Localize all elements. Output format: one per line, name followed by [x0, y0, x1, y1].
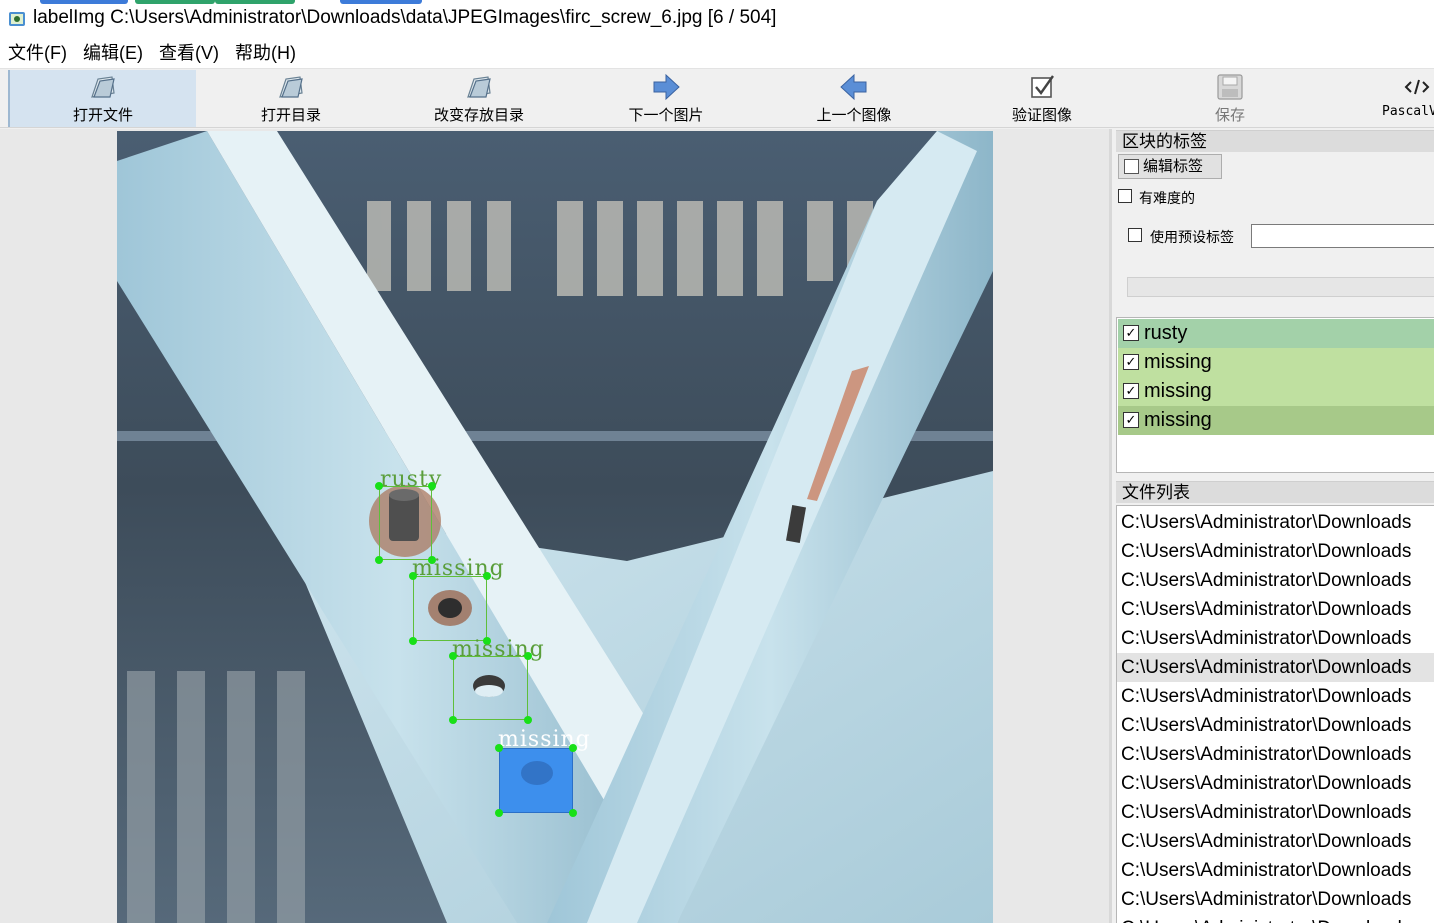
label-item-text: missing [1144, 380, 1212, 402]
code-tag-icon [1404, 79, 1430, 95]
box-corner-handle[interactable] [495, 809, 503, 817]
pascalvoc-label: PascalVOC [1382, 104, 1434, 119]
right-dock: 区块的标签 编辑标签 有难度的 使用预设标签 ✓ rusty ✓ missing… [1113, 129, 1434, 923]
box-corner-handle[interactable] [409, 572, 417, 580]
menu-file[interactable]: 文件(F) [0, 38, 75, 68]
window-title-bar: labelImg C:\Users\Administrator\Download… [0, 0, 1434, 38]
use-default-label-checkbox[interactable] [1128, 228, 1142, 242]
toolbar: 打开文件 打开目录 改变存放目录 下一个图片 上一个图像 验证图像 保存 Pas… [0, 68, 1434, 128]
label-checkbox[interactable]: ✓ [1123, 412, 1139, 428]
label-item-missing[interactable]: ✓ missing [1118, 348, 1434, 377]
title-accent-green-2 [215, 0, 295, 4]
next-image-button[interactable]: 下一个图片 [572, 70, 760, 127]
open-file-button[interactable]: 打开文件 [8, 70, 196, 127]
file-list-item[interactable]: C:\Users\Administrator\Downloads [1117, 856, 1434, 885]
folder-icon [279, 76, 303, 98]
label-item-text: missing [1144, 351, 1212, 373]
save-button[interactable]: 保存 [1136, 70, 1324, 127]
title-accent-blue-2 [340, 0, 422, 4]
image-canvas[interactable]: rusty missing missing missing [0, 129, 1111, 923]
box-corner-handle[interactable] [569, 809, 577, 817]
box-corner-handle[interactable] [483, 572, 491, 580]
box-labels-header: 区块的标签 [1116, 130, 1434, 152]
box-corner-handle[interactable] [569, 744, 577, 752]
label-list: ✓ rusty ✓ missing ✓ missing ✓ missing [1116, 317, 1434, 473]
annotation-box-selected[interactable] [499, 748, 573, 813]
label-item-text: rusty [1144, 322, 1188, 344]
file-list-item[interactable]: C:\Users\Administrator\Downloads [1117, 885, 1434, 914]
file-list-item[interactable]: C:\Users\Administrator\Downloads [1117, 624, 1434, 653]
file-list-item[interactable]: C:\Users\Administrator\Downloads [1117, 798, 1434, 827]
menu-edit[interactable]: 编辑(E) [75, 38, 151, 68]
menu-view[interactable]: 查看(V) [151, 38, 227, 68]
box-corner-handle[interactable] [375, 482, 383, 490]
arrow-left-icon [840, 73, 867, 101]
file-list-item[interactable]: C:\Users\Administrator\Downloads [1117, 566, 1434, 595]
file-list-item[interactable]: C:\Users\Administrator\Downloads [1117, 682, 1434, 711]
file-list-item[interactable]: C:\Users\Administrator\Downloads [1117, 711, 1434, 740]
annotation-box-missing[interactable] [413, 576, 487, 641]
box-corner-handle[interactable] [449, 716, 457, 724]
labelimg-app-icon [9, 12, 25, 26]
file-list-header: 文件列表 [1116, 481, 1434, 503]
annotation-box-rusty[interactable] [379, 486, 432, 560]
prev-image-label: 上一个图像 [816, 106, 892, 124]
file-list-item[interactable]: C:\Users\Administrator\Downloads [1117, 740, 1434, 769]
box-corner-handle[interactable] [524, 716, 532, 724]
annotation-box-missing[interactable] [453, 656, 528, 720]
file-list-item[interactable]: C:\Users\Administrator\Downloads [1117, 595, 1434, 624]
label-item-rusty[interactable]: ✓ rusty [1118, 319, 1434, 348]
use-default-label-text: 使用预设标签 [1150, 230, 1234, 246]
label-checkbox[interactable]: ✓ [1123, 325, 1139, 341]
box-corner-handle[interactable] [449, 652, 457, 660]
next-image-label: 下一个图片 [628, 106, 704, 124]
label-item-missing-selected[interactable]: ✓ missing [1118, 406, 1434, 435]
open-dir-button[interactable]: 打开目录 [197, 70, 385, 127]
folder-icon [91, 76, 115, 98]
label-item-missing[interactable]: ✓ missing [1118, 377, 1434, 406]
open-dir-label: 打开目录 [260, 106, 321, 124]
file-list-item[interactable]: C:\Users\Administrator\Downloads [1117, 769, 1434, 798]
verify-check-icon [1031, 75, 1054, 98]
verify-image-button[interactable]: 验证图像 [948, 70, 1136, 127]
file-list-item-current[interactable]: C:\Users\Administrator\Downloads [1117, 653, 1434, 682]
file-list: C:\Users\Administrator\Downloads C:\User… [1116, 505, 1434, 923]
window-title: labelImg C:\Users\Administrator\Download… [33, 7, 777, 28]
box-corner-handle[interactable] [524, 652, 532, 660]
label-item-text: missing [1144, 409, 1212, 431]
box-corner-handle[interactable] [495, 744, 503, 752]
box-corner-handle[interactable] [375, 556, 383, 564]
change-save-dir-label: 改变存放目录 [433, 106, 524, 124]
default-label-input[interactable] [1251, 224, 1434, 248]
label-checkbox[interactable]: ✓ [1123, 383, 1139, 399]
box-corner-handle[interactable] [428, 482, 436, 490]
label-checkbox[interactable]: ✓ [1123, 354, 1139, 370]
title-accent-blue [40, 0, 128, 4]
menu-bar: 文件(F) 编辑(E) 查看(V) 帮助(H) [0, 38, 1434, 68]
file-list-item[interactable]: C:\Users\Administrator\Downloads [1117, 508, 1434, 537]
file-list-item[interactable]: C:\Users\Administrator\Downloads [1117, 914, 1434, 923]
difficult-label: 有难度的 [1139, 191, 1195, 207]
change-save-dir-button[interactable]: 改变存放目录 [385, 70, 573, 127]
prev-image-button[interactable]: 上一个图像 [760, 70, 948, 127]
box-corner-handle[interactable] [409, 637, 417, 645]
difficult-checkbox[interactable] [1118, 189, 1132, 203]
selected-box-hole [521, 761, 553, 785]
file-list-item[interactable]: C:\Users\Administrator\Downloads [1117, 827, 1434, 856]
pascalvoc-format-button[interactable]: PascalVOC [1330, 70, 1434, 127]
edit-label-text: 编辑标签 [1143, 157, 1204, 175]
save-disk-icon [1217, 74, 1243, 100]
folder-icon [467, 76, 491, 98]
open-file-label: 打开文件 [72, 106, 133, 124]
canvas-scrollbar[interactable] [1109, 129, 1112, 923]
menu-help[interactable]: 帮助(H) [227, 38, 304, 68]
title-accent-green [135, 0, 215, 4]
verify-image-label: 验证图像 [1011, 106, 1072, 124]
edit-pencil-icon [1124, 159, 1139, 174]
file-list-item[interactable]: C:\Users\Administrator\Downloads [1117, 537, 1434, 566]
progress-bar [1127, 277, 1434, 297]
save-label: 保存 [1214, 106, 1245, 124]
arrow-right-icon [653, 73, 680, 101]
edit-label-button[interactable]: 编辑标签 [1118, 154, 1222, 179]
